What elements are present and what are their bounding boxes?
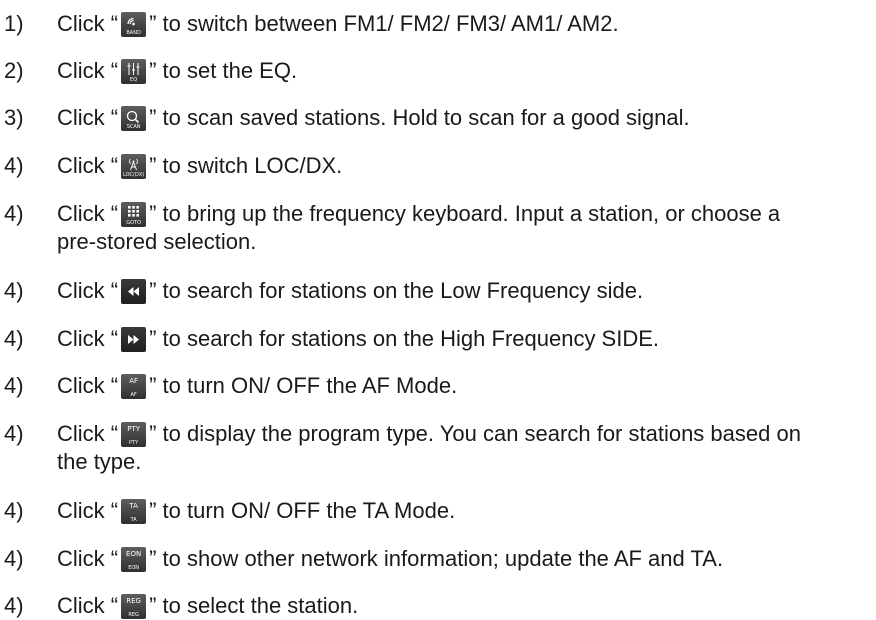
item-text: Click “” to search for stations on the L… <box>57 278 644 304</box>
reg-icon: REG REG <box>121 594 147 619</box>
icon-label: TA <box>129 502 138 510</box>
item-text: Click “LOC(DX)” to switch LOC/DX. <box>57 153 343 179</box>
eon-icon: EON EON <box>121 547 147 572</box>
item-number: 4) <box>4 153 24 178</box>
icon-caption: TA <box>130 517 137 523</box>
item-number: 3) <box>4 105 24 130</box>
icon-caption: SCAN <box>126 124 141 130</box>
item-text: Click “PTY PTY” to display the program ty… <box>57 421 801 474</box>
item-number: 4) <box>4 278 24 303</box>
icon-caption: EON <box>128 565 140 571</box>
icon-label: EON <box>126 550 142 558</box>
seek-back-icon <box>121 279 147 304</box>
item-text: Click “AF AF” to turn ON/ OFF the AF Mode… <box>57 373 458 399</box>
icon-caption: PTY <box>129 440 139 446</box>
goto-keypad-icon: GOTO <box>121 202 147 227</box>
icon-caption: LOC(DX) <box>123 172 145 178</box>
seek-forward-icon <box>121 327 147 352</box>
icon-label: PTY <box>127 425 140 433</box>
icon-caption: BAND <box>126 30 141 36</box>
eq-icon: EQ <box>121 59 147 84</box>
ta-icon: TA TA <box>121 499 147 524</box>
item-number: 4) <box>4 421 24 446</box>
band-icon: BAND <box>121 12 147 37</box>
item-number: 4) <box>4 498 24 523</box>
item-number: 4) <box>4 546 24 571</box>
item-text: Click “SCAN” to scan saved stations. Hol… <box>57 105 690 131</box>
item-text: Click “” to search for stations on the H… <box>57 326 660 352</box>
af-icon: AF AF <box>121 374 147 399</box>
item-text: Click “GOTO” to bring up the frequency k… <box>57 201 781 254</box>
pty-icon: PTY PTY <box>121 422 147 447</box>
item-text: Click “REG REG” to select the station. <box>57 593 359 619</box>
item-text: Click “EQ” to set the EQ. <box>57 58 298 84</box>
item-text: Click “TA TA” to turn ON/ OFF the TA Mode… <box>57 498 456 524</box>
item-number: 2) <box>4 58 24 83</box>
item-number: 4) <box>4 373 24 398</box>
icon-caption: REG <box>128 612 139 618</box>
item-number: 4) <box>4 326 24 351</box>
scan-icon: SCAN <box>121 106 147 131</box>
item-number: 4) <box>4 593 24 618</box>
item-text: Click “BAND” to switch between FM1/ FM2/… <box>57 11 619 37</box>
item-number: 4) <box>4 201 24 226</box>
icon-caption: GOTO <box>126 220 142 226</box>
icon-caption: EQ <box>130 77 138 83</box>
icon-label: REG <box>126 597 141 605</box>
icon-label: AF <box>129 377 139 385</box>
icon-caption: AF <box>130 392 137 398</box>
loc-dx-icon: LOC(DX) <box>121 154 147 179</box>
item-text: Click “EON EON” to show other network inf… <box>57 546 724 572</box>
item-number: 1) <box>4 11 24 36</box>
